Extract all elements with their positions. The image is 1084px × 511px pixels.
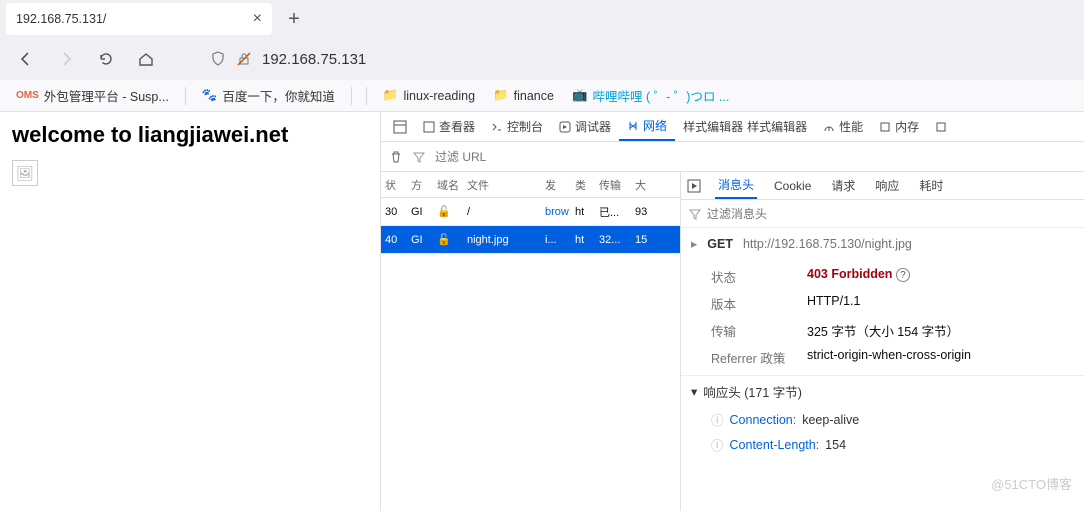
- chevron-down-icon: ▾: [691, 384, 697, 399]
- response-header-row: ⓘContent-Length:154: [681, 432, 1084, 457]
- watermark: @51CTO博客: [991, 474, 1072, 493]
- status-code: 403 Forbidden: [807, 267, 892, 281]
- help-icon[interactable]: ?: [896, 268, 910, 282]
- network-request-list: 状 方 域名 文件 发 类 传输 大 30 GI 🔓 / brow ht 已..…: [381, 172, 681, 511]
- filter-icon[interactable]: [689, 208, 701, 220]
- browser-tab[interactable]: 192.168.75.131/ ×: [6, 3, 272, 35]
- bookmark-bilibili[interactable]: 📺哔哩哔哩 ( ゜- ゜)つロ ...: [566, 83, 735, 108]
- lock-slash-icon: 🔓: [433, 205, 463, 218]
- bookmark-baidu[interactable]: 🐾百度一下，你就知道: [196, 83, 341, 108]
- filter-icon[interactable]: [413, 151, 425, 163]
- detail-tabs: 消息头 Cookie 请求 响应 耗时: [681, 172, 1084, 200]
- detail-tab-timings[interactable]: 耗时: [916, 172, 946, 199]
- oms-icon: OMS: [16, 90, 39, 101]
- home-button[interactable]: [130, 43, 162, 75]
- detail-tab-cookie[interactable]: Cookie: [771, 172, 814, 199]
- response-headers-section[interactable]: ▾ 响应头 (171 字节): [681, 375, 1084, 407]
- forward-button: [50, 43, 82, 75]
- bookmarks-bar: OMS外包管理平台 - Susp... 🐾百度一下，你就知道 📁linux-re…: [0, 80, 1084, 112]
- tab-inspector[interactable]: 查看器: [415, 112, 483, 141]
- response-header-row: ⓘConnection:keep-alive: [681, 407, 1084, 432]
- tab-performance[interactable]: 性能: [815, 112, 871, 141]
- url-text: 192.168.75.131: [262, 51, 366, 68]
- devtools-panel: 查看器 控制台 调试器 网络 样式编辑器样式编辑器 性能 内存 状 方 域名 文…: [380, 112, 1084, 511]
- detail-play-icon[interactable]: [687, 179, 701, 193]
- new-tab-button[interactable]: +: [280, 5, 308, 33]
- tab-console[interactable]: 控制台: [483, 112, 551, 141]
- network-body: 状 方 域名 文件 发 类 传输 大 30 GI 🔓 / brow ht 已..…: [381, 172, 1084, 511]
- devtools-tabs: 查看器 控制台 调试器 网络 样式编辑器样式编辑器 性能 内存: [381, 112, 1084, 142]
- network-columns-header: 状 方 域名 文件 发 类 传输 大: [381, 172, 680, 198]
- network-toolbar: [381, 142, 1084, 172]
- folder-icon: 📁: [383, 88, 399, 103]
- detail-tab-request[interactable]: 请求: [828, 172, 858, 199]
- bookmark-oms[interactable]: OMS外包管理平台 - Susp...: [10, 83, 175, 108]
- tab-memory[interactable]: 内存: [871, 112, 927, 141]
- back-button[interactable]: [10, 43, 42, 75]
- reload-button[interactable]: [90, 43, 122, 75]
- devtools-dock-button[interactable]: [385, 112, 415, 141]
- request-method: GET: [707, 237, 733, 251]
- request-summary: ▸ GET http://192.168.75.130/night.jpg: [681, 228, 1084, 259]
- broken-image-icon: 🖼: [12, 160, 38, 186]
- bookmark-folder-linux[interactable]: 📁linux-reading: [377, 85, 481, 106]
- lock-slash-icon: 🔓: [433, 233, 463, 246]
- detail-tab-headers[interactable]: 消息头: [715, 172, 757, 199]
- lock-insecure-icon: [236, 51, 252, 67]
- request-detail-pane: 消息头 Cookie 请求 响应 耗时 ▸ GET http://192.168…: [681, 172, 1084, 511]
- folder-icon: 📁: [493, 88, 509, 103]
- tab-more[interactable]: [927, 112, 955, 141]
- page-heading: welcome to liangjiawei.net: [12, 122, 368, 148]
- tab-style-editor[interactable]: 样式编辑器样式编辑器: [675, 112, 815, 141]
- navigation-bar: 192.168.75.131: [0, 38, 1084, 80]
- detail-filter-row: [681, 200, 1084, 228]
- close-tab-icon[interactable]: ×: [253, 10, 262, 28]
- request-row-nightjpg[interactable]: 40 GI 🔓 night.jpg i... ht 32... 15: [381, 226, 680, 254]
- address-bar[interactable]: 192.168.75.131: [200, 42, 1074, 76]
- content-area: welcome to liangjiawei.net 🖼 查看器 控制台 调试器…: [0, 112, 1084, 511]
- help-icon[interactable]: ⓘ: [711, 410, 724, 429]
- tab-title: 192.168.75.131/: [16, 12, 106, 26]
- trash-icon[interactable]: [389, 150, 403, 164]
- bilibili-icon: 📺: [572, 88, 588, 103]
- baidu-icon: 🐾: [202, 88, 218, 103]
- help-icon[interactable]: ⓘ: [711, 435, 724, 454]
- filter-headers-input[interactable]: [707, 207, 1076, 221]
- request-url: http://192.168.75.130/night.jpg: [743, 237, 912, 251]
- request-row-root[interactable]: 30 GI 🔓 / brow ht 已... 93: [381, 198, 680, 226]
- bookmark-folder-finance[interactable]: 📁finance: [487, 85, 560, 106]
- filter-url-input[interactable]: [435, 150, 1076, 164]
- tab-strip: 192.168.75.131/ × +: [0, 0, 1084, 38]
- chevron-right-icon[interactable]: ▸: [691, 236, 697, 251]
- shield-icon: [210, 51, 226, 67]
- general-headers: 状态403 Forbidden ? 版本HTTP/1.1 传输325 字节（大小…: [681, 259, 1084, 375]
- tab-debugger[interactable]: 调试器: [551, 112, 619, 141]
- tab-network[interactable]: 网络: [619, 112, 675, 141]
- page-viewport: welcome to liangjiawei.net 🖼: [0, 112, 380, 511]
- detail-tab-response[interactable]: 响应: [872, 172, 902, 199]
